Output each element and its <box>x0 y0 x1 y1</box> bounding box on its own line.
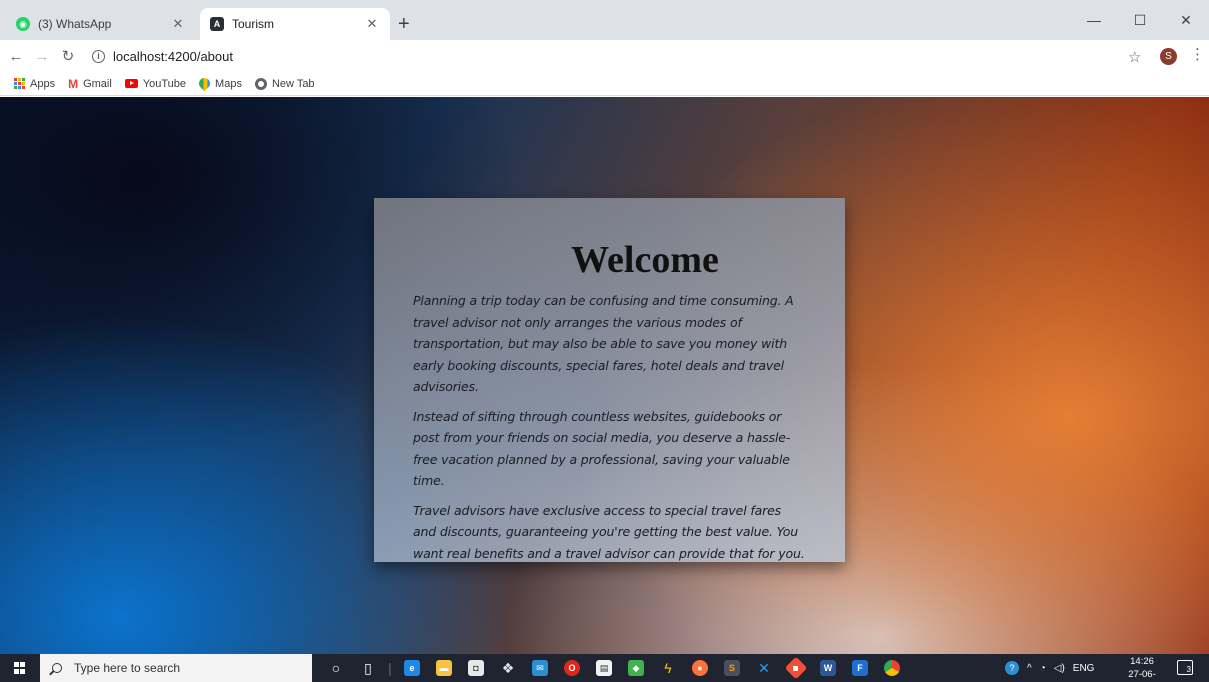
wifi-icon[interactable]: ◔ <box>1040 663 1046 674</box>
page-viewport: Welcome Planning a trip today can be con… <box>0 97 1209 654</box>
language-indicator[interactable]: ENG <box>1073 663 1095 674</box>
bookmark-gmail[interactable]: M Gmail <box>68 77 112 91</box>
maps-app-icon[interactable]: ◆ <box>622 654 650 682</box>
profile-avatar[interactable]: S <box>1160 48 1177 65</box>
clock-date: 27-06-2020 <box>1128 669 1156 680</box>
firefox-icon[interactable]: ● <box>686 654 714 682</box>
tab-title: Tourism <box>232 17 275 31</box>
store-icon[interactable]: ◘ <box>462 654 490 682</box>
address-bar[interactable]: i localhost:4200/about <box>92 43 1102 69</box>
taskbar-clock[interactable]: 14:26 27-06-2020 <box>1120 655 1164 682</box>
bookmark-maps[interactable]: Maps <box>196 75 242 92</box>
notification-count: 3 <box>1186 665 1191 674</box>
clock-time: 14:26 <box>1130 656 1154 667</box>
cortana-icon[interactable]: ○ <box>322 654 350 682</box>
bookmark-youtube[interactable]: YouTube <box>124 77 187 90</box>
sublime-text-icon[interactable]: S <box>718 654 746 682</box>
chrome-icon[interactable] <box>878 654 906 682</box>
whatsapp-icon: ◉ <box>16 17 30 31</box>
tab-title: (3) WhatsApp <box>38 17 112 31</box>
search-placeholder: Type here to search <box>74 661 181 675</box>
taskbar-separator: | <box>388 660 392 676</box>
window-close-icon[interactable]: ✕ <box>1163 0 1209 40</box>
info-icon[interactable]: i <box>92 49 105 63</box>
help-icon[interactable]: ? <box>1005 661 1019 675</box>
paragraph-1: Planning a trip today can be confusing a… <box>413 293 794 394</box>
back-arrow-icon[interactable]: ← <box>6 46 26 66</box>
system-tray: ? ^ ◔ ◁) ENG <box>1005 654 1102 682</box>
bookmark-label: Gmail <box>83 77 112 90</box>
task-view-icon[interactable]: ▯ <box>354 654 382 682</box>
tab-tourism[interactable]: A Tourism ✕ <box>200 8 390 40</box>
forms-icon[interactable]: F <box>846 654 874 682</box>
edge-icon[interactable]: e <box>398 654 426 682</box>
bolt-app-icon[interactable]: ϟ <box>654 654 682 682</box>
volume-icon[interactable]: ◁) <box>1054 663 1065 674</box>
globe-icon <box>254 77 267 90</box>
url-text: localhost:4200/about <box>113 48 233 64</box>
apps-grid-icon <box>14 78 25 89</box>
bookmark-label: Maps <box>215 77 242 90</box>
bookmarks-bar: Apps M Gmail YouTube Maps New Tab <box>0 72 1209 96</box>
vscode-icon[interactable]: ✕ <box>750 654 778 682</box>
opera-icon[interactable]: O <box>558 654 586 682</box>
close-icon[interactable]: ✕ <box>170 16 186 32</box>
forward-arrow-icon[interactable]: → <box>32 46 52 66</box>
bookmark-label: New Tab <box>271 77 315 90</box>
search-icon <box>52 663 62 673</box>
word-icon[interactable]: W <box>814 654 842 682</box>
minimize-icon[interactable]: — <box>1071 0 1117 40</box>
browser-toolbar: ← → ↻ i localhost:4200/about <box>0 40 1209 72</box>
bookmark-apps[interactable]: Apps <box>14 78 55 90</box>
gmail-icon: M <box>68 76 79 91</box>
bookmark-new-tab[interactable]: New Tab <box>254 77 315 90</box>
welcome-card: Welcome Planning a trip today can be con… <box>374 198 845 562</box>
bookmark-label: YouTube <box>142 77 187 90</box>
close-icon[interactable]: ✕ <box>364 16 380 32</box>
paragraph-3: Travel advisors have exclusive access to… <box>413 502 805 561</box>
youtube-icon <box>124 79 138 88</box>
reload-icon[interactable]: ↻ <box>58 46 78 66</box>
git-icon[interactable]: ◆ <box>782 654 810 682</box>
chevron-up-icon[interactable]: ^ <box>1027 663 1032 674</box>
paragraph-2: Instead of sifting through countless web… <box>413 408 791 489</box>
windows-taskbar: Type here to search ○ ▯ | e ▬ ◘ ❖ ✉ O ▤ … <box>0 654 1209 682</box>
new-tab-button[interactable]: + <box>398 14 410 34</box>
maps-icon <box>196 75 213 92</box>
file-explorer-icon[interactable]: ▬ <box>430 654 458 682</box>
browser-tab-strip: ◉ (3) WhatsApp ✕ A Tourism ✕ + — ☐ ✕ <box>0 0 1209 40</box>
bookmark-label: Apps <box>30 77 56 90</box>
notification-center-icon[interactable]: 3 <box>1177 660 1193 675</box>
start-button[interactable] <box>0 654 40 682</box>
menu-kebab-icon[interactable]: ⋮ <box>1190 46 1205 64</box>
dropbox-icon[interactable]: ❖ <box>494 654 522 682</box>
maximize-icon[interactable]: ☐ <box>1117 0 1163 40</box>
mail-icon[interactable]: ✉ <box>526 654 554 682</box>
windows-logo-icon <box>14 662 26 674</box>
tab-whatsapp[interactable]: ◉ (3) WhatsApp ✕ <box>6 8 196 40</box>
bookmark-star-icon[interactable]: ☆ <box>1128 48 1141 66</box>
angular-icon: A <box>210 17 224 31</box>
notepad-icon[interactable]: ▤ <box>590 654 618 682</box>
taskbar-search-box[interactable]: Type here to search <box>40 654 312 682</box>
page-title: Welcome <box>571 239 719 281</box>
